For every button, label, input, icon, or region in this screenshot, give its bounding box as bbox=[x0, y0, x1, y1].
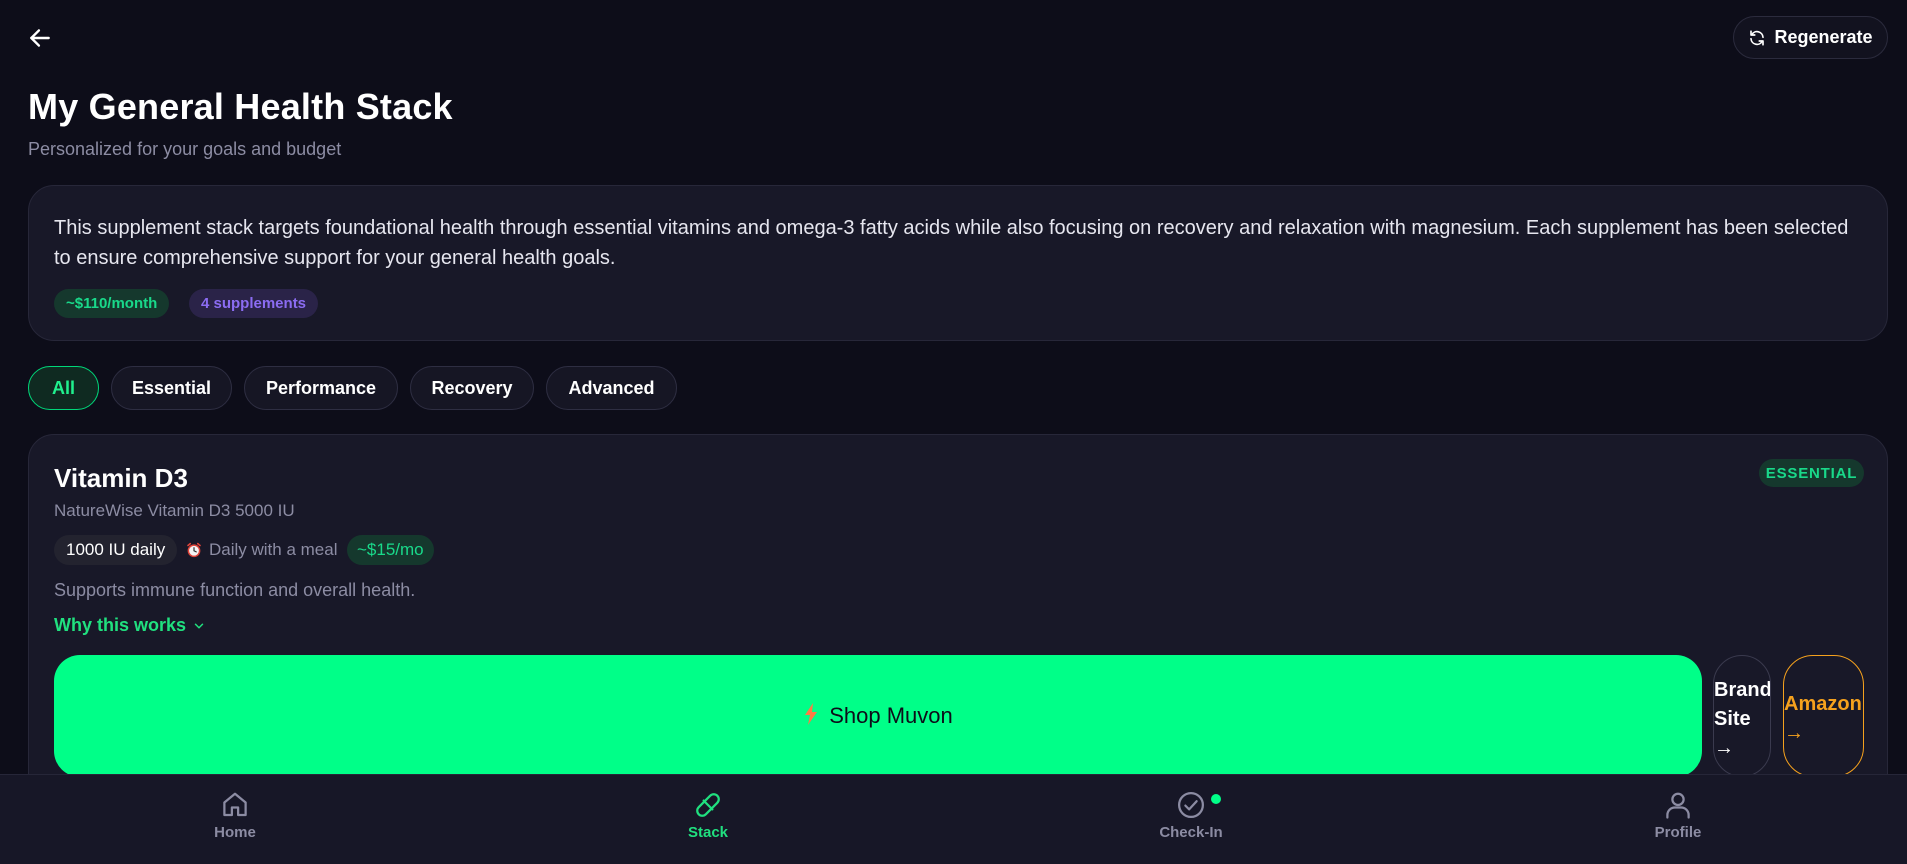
filter-tab-advanced[interactable]: Advanced bbox=[546, 366, 677, 410]
timing-info: Daily with a meal bbox=[185, 535, 338, 565]
shop-muvon-button[interactable]: Shop Muvon bbox=[54, 655, 1702, 777]
why-this-works-label: Why this works bbox=[54, 615, 187, 635]
chevron-down-icon bbox=[194, 622, 204, 629]
monthly-cost-badge: ~$110/month bbox=[54, 289, 170, 318]
stack-summary-text: This supplement stack targets foundation… bbox=[54, 217, 1849, 269]
supplement-product: NatureWise Vitamin D3 5000 IU bbox=[54, 501, 295, 520]
alarm-clock-icon bbox=[187, 542, 201, 558]
amazon-label: Amazon → bbox=[1784, 693, 1862, 744]
nav-item-stack[interactable]: Stack bbox=[648, 790, 768, 841]
shop-muvon-label: Shop Muvon bbox=[829, 703, 953, 728]
refresh-icon bbox=[1750, 29, 1765, 46]
supplement-description: Supports immune function and overall hea… bbox=[54, 580, 416, 600]
pill-icon bbox=[696, 793, 720, 817]
regenerate-label: Regenerate bbox=[1774, 27, 1873, 47]
nav-label-check-in: Check-In bbox=[1159, 824, 1223, 841]
filter-tab-recovery[interactable]: Recovery bbox=[410, 366, 534, 410]
nav-item-profile[interactable]: Profile bbox=[1618, 790, 1738, 841]
page-title: My General Health Stack bbox=[28, 86, 453, 127]
supplement-name: Vitamin D3 bbox=[54, 463, 188, 493]
dose-chip: 1000 IU daily bbox=[54, 535, 178, 565]
nav-label-home: Home bbox=[214, 824, 256, 841]
tier-badge: ESSENTIAL bbox=[1759, 459, 1864, 487]
home-icon bbox=[223, 792, 247, 817]
filter-tab-essential[interactable]: Essential bbox=[111, 366, 232, 410]
timing-label: Daily with a meal bbox=[209, 540, 338, 559]
supplement-count-badge: 4 supplements bbox=[189, 289, 319, 318]
amazon-button[interactable]: Amazon → bbox=[1783, 655, 1864, 777]
check-in-notification-dot bbox=[1211, 794, 1221, 804]
lightning-icon bbox=[805, 703, 818, 725]
nav-label-stack: Stack bbox=[687, 824, 729, 841]
filter-tab-all[interactable]: All bbox=[28, 366, 99, 410]
check-circle-icon bbox=[1178, 792, 1204, 818]
filter-tab-performance[interactable]: Performance bbox=[244, 366, 398, 410]
price-chip: ~$15/mo bbox=[347, 535, 434, 565]
back-button[interactable] bbox=[26, 24, 54, 52]
brand-site-label: Brand Site → bbox=[1714, 679, 1771, 759]
nav-item-home[interactable]: Home bbox=[175, 790, 295, 841]
brand-site-button[interactable]: Brand Site → bbox=[1713, 655, 1771, 777]
page-subtitle: Personalized for your goals and budget bbox=[28, 139, 342, 159]
why-this-works-link[interactable]: Why this works bbox=[54, 615, 206, 636]
nav-item-check-in[interactable]: Check-In bbox=[1131, 790, 1251, 841]
stack-summary-card: This supplement stack targets foundation… bbox=[28, 185, 1888, 341]
arrow-left-icon bbox=[30, 29, 50, 47]
bottom-navigation: Home Stack Check-In Profile bbox=[0, 774, 1907, 864]
nav-label-profile: Profile bbox=[1654, 824, 1702, 841]
user-icon bbox=[1666, 792, 1690, 819]
regenerate-button[interactable]: Regenerate bbox=[1733, 16, 1888, 59]
app-screen: Regenerate My General Health Stack Perso… bbox=[0, 0, 1907, 864]
